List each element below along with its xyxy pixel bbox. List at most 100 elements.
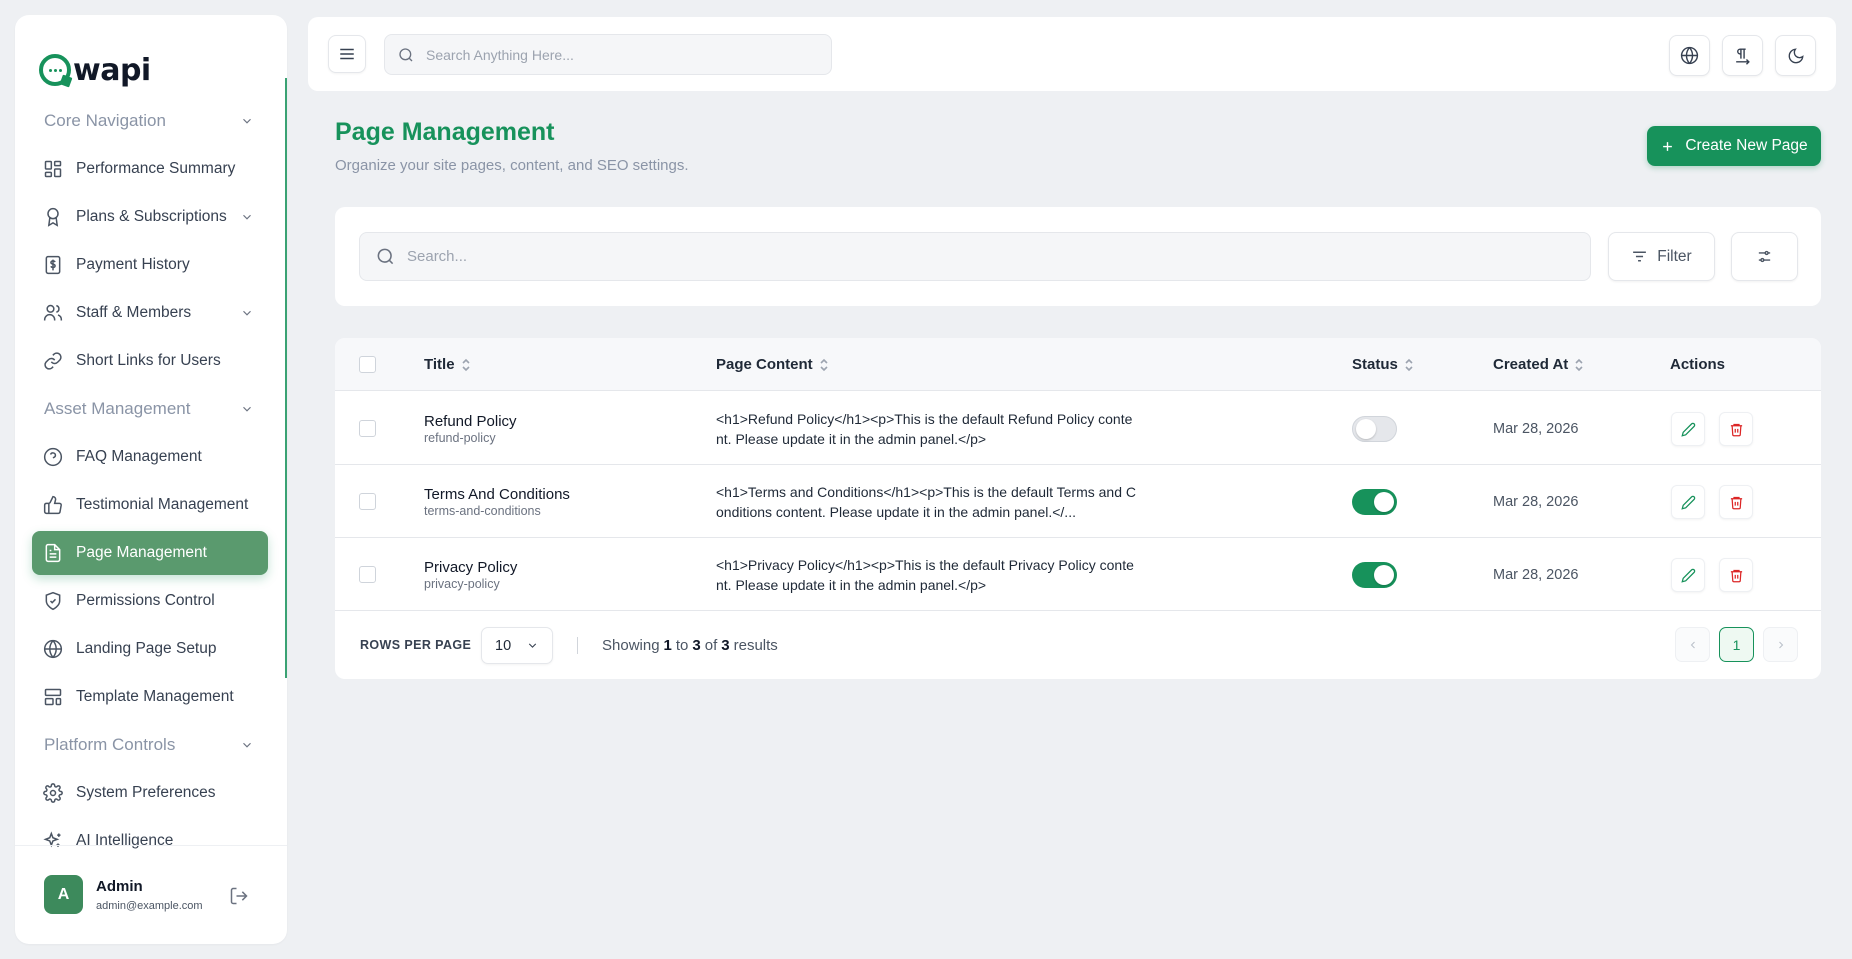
- edit-button[interactable]: [1671, 412, 1705, 446]
- sidebar-item-permissions-control[interactable]: Permissions Control: [32, 577, 268, 625]
- status-cell: [1352, 465, 1397, 538]
- row-title: Privacy Policy: [424, 558, 518, 576]
- row-checkbox[interactable]: [359, 493, 376, 510]
- search-icon: [399, 47, 413, 61]
- select-all-checkbox[interactable]: [359, 356, 376, 373]
- sidebar-item-performance-summary[interactable]: Performance Summary: [32, 145, 268, 193]
- delete-button[interactable]: [1719, 558, 1753, 592]
- sidebar-item-faq-management[interactable]: FAQ Management: [32, 433, 268, 481]
- sidebar-item-template-management[interactable]: Template Management: [32, 673, 268, 721]
- layout-template-icon: [44, 688, 62, 706]
- rows-per-page-label: ROWS PER PAGE: [360, 638, 472, 652]
- pencil-icon: [1680, 422, 1695, 437]
- sidebar: wapi Core Navigation Performance Summary…: [15, 15, 287, 944]
- table-header: Title Page Content Status Created At Act…: [335, 338, 1821, 391]
- sidebar-item-testimonial-management[interactable]: Testimonial Management: [32, 481, 268, 529]
- page-subtitle: Organize your site pages, content, and S…: [335, 157, 689, 174]
- row-content: <h1>Terms and Conditions</h1><p>This is …: [716, 483, 1136, 520]
- column-actions: Actions: [1670, 338, 1725, 391]
- next-page-button[interactable]: [1763, 627, 1798, 662]
- status-toggle[interactable]: [1352, 415, 1397, 442]
- sliders-icon: [1758, 250, 1771, 263]
- sidebar-item-plans-subscriptions[interactable]: Plans & Subscriptions: [32, 193, 268, 241]
- topbar: [308, 17, 1836, 91]
- sidebar-item-label: Staff & Members: [76, 304, 192, 321]
- sidebar-item-label: FAQ Management: [76, 448, 202, 465]
- status-toggle[interactable]: [1352, 561, 1397, 588]
- page-search[interactable]: [359, 232, 1591, 281]
- table-row: Terms And Conditions terms-and-condition…: [335, 465, 1821, 538]
- sort-icon: [1405, 358, 1413, 371]
- created-cell: Mar 28, 2026: [1493, 465, 1578, 538]
- trash-icon: [1730, 496, 1742, 509]
- nav-group-platform-controls[interactable]: Platform Controls: [32, 721, 268, 769]
- nav-group-asset-management[interactable]: Asset Management: [32, 385, 268, 433]
- search-card: Filter: [335, 207, 1821, 306]
- sidebar-item-label: Testimonial Management: [76, 496, 249, 513]
- toggle-knob: [1356, 418, 1376, 439]
- column-title[interactable]: Title: [424, 338, 471, 391]
- row-title: Refund Policy: [424, 412, 517, 430]
- sidebar-item-payment-history[interactable]: Payment History: [32, 241, 268, 289]
- sidebar-item-system-preferences[interactable]: System Preferences: [32, 769, 268, 817]
- title-cell: Terms And Conditions terms-and-condition…: [424, 465, 570, 538]
- link-icon: [44, 352, 62, 370]
- showing-of-word: of: [704, 636, 718, 654]
- row-checkbox[interactable]: [359, 566, 376, 583]
- users-icon: [43, 304, 63, 321]
- sidebar-item-label: Performance Summary: [76, 160, 236, 177]
- chevron-down-icon: [243, 742, 251, 748]
- sidebar-item-landing-page-setup[interactable]: Landing Page Setup: [32, 625, 268, 673]
- page-button-1[interactable]: 1: [1719, 627, 1754, 662]
- prev-page-button[interactable]: [1675, 627, 1710, 662]
- showing-suffix: results: [733, 636, 778, 654]
- filter-button[interactable]: Filter: [1608, 232, 1715, 281]
- sidebar-item-staff-members[interactable]: Staff & Members: [32, 289, 268, 337]
- sidebar-item-label: Plans & Subscriptions: [76, 208, 227, 225]
- language-button[interactable]: [1669, 35, 1710, 76]
- status-toggle[interactable]: [1352, 488, 1397, 515]
- row-checkbox[interactable]: [359, 420, 376, 437]
- column-page-content[interactable]: Page Content: [716, 338, 829, 391]
- thumbs-up-icon: [43, 495, 62, 515]
- create-new-page-button[interactable]: Create New Page: [1647, 126, 1821, 166]
- showing-text: Showing: [602, 636, 660, 654]
- chevron-down-icon: [528, 643, 537, 648]
- edit-button[interactable]: [1671, 485, 1705, 519]
- sidebar-item-page-management[interactable]: Page Management: [32, 531, 268, 575]
- row-content: <h1>Privacy Policy</h1><p>This is the de…: [716, 556, 1134, 593]
- global-search[interactable]: [384, 34, 832, 75]
- content-cell: <h1>Terms and Conditions</h1><p>This is …: [716, 465, 1136, 538]
- row-slug: refund-policy: [424, 430, 496, 445]
- column-status-label: Status: [1352, 356, 1398, 373]
- table-row: Refund Policy refund-policy <h1>Refund P…: [335, 392, 1821, 465]
- column-settings-button[interactable]: [1731, 232, 1798, 281]
- sort-icon: [820, 358, 828, 371]
- sidebar-nav: Core Navigation Performance Summary Plan…: [32, 97, 268, 865]
- logo[interactable]: wapi: [39, 35, 151, 105]
- page-search-input[interactable]: [407, 248, 1557, 265]
- column-status[interactable]: Status: [1352, 338, 1414, 391]
- sidebar-scrollbar[interactable]: [285, 78, 287, 678]
- globe-icon: [43, 639, 63, 659]
- avatar[interactable]: A: [44, 875, 83, 914]
- row-slug: terms-and-conditions: [424, 503, 541, 518]
- logout-icon[interactable]: [229, 886, 249, 906]
- column-created-at[interactable]: Created At: [1493, 338, 1584, 391]
- gear-icon: [43, 783, 63, 803]
- delete-button[interactable]: [1719, 485, 1753, 519]
- nav-group-label: Core Navigation: [44, 111, 166, 130]
- showing-from: 1: [663, 636, 672, 654]
- rows-per-page-select[interactable]: 10: [481, 627, 553, 664]
- table-footer: ROWS PER PAGE 10 Showing 1 to 3 of 3 res…: [335, 611, 1821, 679]
- delete-button[interactable]: [1719, 412, 1753, 446]
- global-search-input[interactable]: [426, 46, 806, 63]
- nav-group-core-navigation[interactable]: Core Navigation: [32, 97, 268, 145]
- row-select-cell: [359, 392, 376, 465]
- content-cell: <h1>Privacy Policy</h1><p>This is the de…: [716, 538, 1136, 611]
- sidebar-item-short-links[interactable]: Short Links for Users: [32, 337, 268, 385]
- edit-button[interactable]: [1671, 558, 1705, 592]
- menu-toggle-button[interactable]: [328, 35, 366, 73]
- theme-toggle-button[interactable]: [1775, 35, 1816, 76]
- text-direction-button[interactable]: [1722, 35, 1763, 76]
